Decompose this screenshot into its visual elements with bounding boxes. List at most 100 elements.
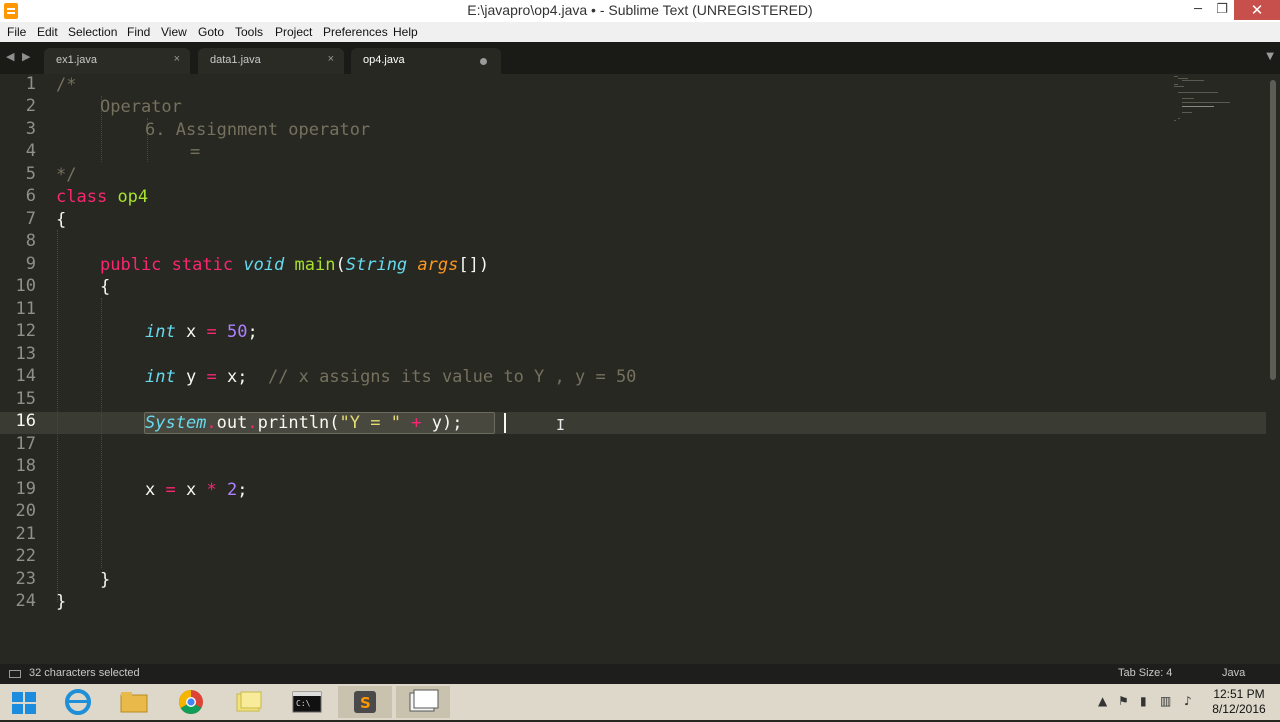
string-token: "Y = ": [339, 413, 401, 433]
paren-token: (: [329, 413, 340, 433]
identifier-token: y: [185, 367, 197, 387]
brace-token: {: [100, 277, 111, 297]
line-number: 23: [15, 569, 36, 589]
operator-token: +: [411, 413, 422, 433]
line-number: 3: [25, 119, 36, 139]
code-line-23: }: [100, 569, 110, 591]
tab-close-icon[interactable]: ×: [328, 53, 334, 65]
menu-file[interactable]: File: [7, 25, 26, 39]
window-switcher-icon[interactable]: [396, 686, 450, 718]
line-number: 1: [25, 74, 36, 94]
dot-token: .: [206, 413, 217, 433]
menu-help[interactable]: Help: [393, 25, 418, 39]
code-line-5: */: [56, 164, 76, 186]
comment-token: // x assigns its value to Y , y = 50: [267, 367, 637, 387]
semicolon-token: ;: [247, 322, 258, 342]
keyword-token: public: [100, 255, 162, 275]
vertical-scrollbar[interactable]: [1266, 74, 1280, 664]
menu-view[interactable]: View: [161, 25, 187, 39]
window-title: E:\javapro\op4.java • - Sublime Text (UN…: [467, 2, 813, 18]
menu-selection[interactable]: Selection: [68, 25, 117, 39]
brace-token: {: [56, 210, 67, 230]
tray-overflow-icon[interactable]: ▲: [1098, 694, 1107, 708]
line-number: 13: [15, 344, 36, 364]
code-line-7: {: [56, 209, 66, 231]
tab-ex1-java[interactable]: ex1.java ×: [44, 48, 190, 74]
unsaved-dot-icon[interactable]: [480, 58, 487, 65]
tab-label: ex1.java: [56, 54, 97, 66]
type-token: void: [243, 255, 285, 275]
line-number: 2: [25, 96, 36, 116]
operator-token: =: [206, 322, 217, 342]
line-number: 8: [25, 231, 36, 251]
line-number: 21: [15, 524, 36, 544]
tab-label: data1.java: [210, 54, 261, 66]
code-line-3: 6. Assignment operator: [145, 119, 370, 141]
type-token: int: [145, 367, 176, 387]
menu-tools[interactable]: Tools: [235, 25, 263, 39]
line-number: 10: [15, 276, 36, 296]
tab-bar: ◀ ▶ ex1.java × data1.java × op4.java ▼: [0, 42, 1280, 74]
semicolon-token: ;: [237, 367, 248, 387]
internet-explorer-icon[interactable]: [52, 686, 106, 718]
panel-toggle-icon[interactable]: [9, 670, 21, 678]
menu-project[interactable]: Project: [275, 25, 312, 39]
syntax-indicator[interactable]: Java: [1222, 667, 1245, 679]
chrome-icon[interactable]: [164, 686, 218, 718]
paren-token: (: [335, 255, 346, 275]
class-ref-token: System: [145, 413, 207, 433]
sublime-text-taskbar-icon[interactable]: S: [338, 686, 392, 718]
dot-token: .: [247, 413, 258, 433]
operator-token: *: [206, 480, 217, 500]
tab-op4-java[interactable]: op4.java: [351, 48, 501, 74]
volume-icon[interactable]: ♪: [1184, 694, 1192, 708]
menu-edit[interactable]: Edit: [37, 25, 58, 39]
line-number: 11: [15, 299, 36, 319]
system-clock[interactable]: 12:51 PM 8/12/2016: [1204, 687, 1274, 717]
sticky-notes-icon[interactable]: [222, 686, 276, 718]
identifier-token: x: [186, 480, 197, 500]
code-line-16: System.out.println("Y = " + y);: [145, 412, 462, 434]
maximize-button[interactable]: ❐: [1208, 0, 1236, 20]
minimap[interactable]: [1172, 74, 1264, 124]
tab-list-dropdown-icon[interactable]: ▼: [1266, 51, 1274, 62]
class-name-token: op4: [117, 187, 149, 207]
code-line-19: x = x * 2;: [145, 479, 248, 501]
clock-time: 12:51 PM: [1213, 687, 1265, 701]
line-number: 15: [15, 389, 36, 409]
action-center-icon[interactable]: ⚑: [1118, 694, 1129, 708]
code-line-24: }: [56, 591, 66, 613]
keyword-token: class: [56, 187, 108, 207]
param-token: args: [417, 255, 459, 275]
tab-close-icon[interactable]: ×: [174, 53, 180, 65]
number-token: 2: [227, 480, 238, 500]
status-bar: 32 characters selected Tab Size: 4 Java: [0, 664, 1280, 684]
code-editor[interactable]: 1 2 3 4 5 6 7 8 9 10 11 12 13 14 15 16 1…: [0, 74, 1266, 664]
menu-bar: File Edit Selection Find View Goto Tools…: [0, 22, 1280, 42]
tab-scroll-right-icon[interactable]: ▶: [22, 50, 30, 63]
windows-start-icon[interactable]: [12, 692, 36, 714]
battery-icon[interactable]: ▮: [1140, 694, 1147, 708]
file-explorer-icon[interactable]: [108, 686, 162, 718]
type-token: int: [145, 322, 176, 342]
scrollbar-thumb[interactable]: [1270, 80, 1276, 380]
menu-find[interactable]: Find: [127, 25, 150, 39]
tab-scroll-left-icon[interactable]: ◀: [6, 50, 14, 63]
selection-status: 32 characters selected: [29, 667, 140, 679]
network-icon[interactable]: ▥: [1160, 694, 1171, 708]
code-line-4: =: [190, 141, 200, 163]
line-number: 12: [15, 321, 36, 341]
code-line-2: Operator: [100, 96, 182, 118]
line-number: 19: [15, 479, 36, 499]
command-prompt-icon[interactable]: C:\: [280, 686, 334, 718]
comment-token: 6. Assignment operator: [145, 120, 371, 140]
comment-token: =: [190, 142, 201, 162]
close-button[interactable]: ✕: [1234, 0, 1280, 20]
comment-token: Operator: [100, 97, 182, 117]
menu-goto[interactable]: Goto: [198, 25, 224, 39]
svg-text:C:\: C:\: [296, 699, 311, 708]
menu-preferences[interactable]: Preferences: [323, 25, 388, 39]
tab-data1-java[interactable]: data1.java ×: [198, 48, 344, 74]
text-caret: [504, 413, 506, 433]
tab-size-indicator[interactable]: Tab Size: 4: [1118, 667, 1172, 679]
